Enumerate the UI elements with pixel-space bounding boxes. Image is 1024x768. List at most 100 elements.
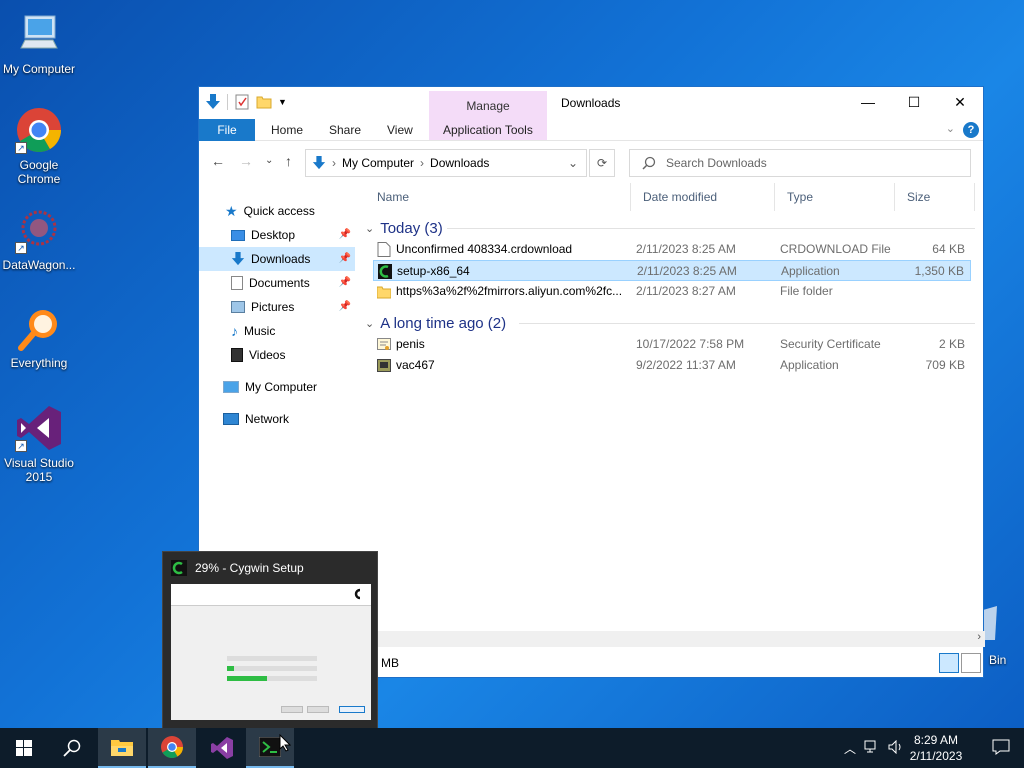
pin-icon[interactable]: 📌 — [339, 271, 351, 295]
column-size[interactable]: Size — [895, 183, 975, 211]
column-name[interactable]: Name — [365, 183, 631, 211]
thumbnail-title-text: 29% - Cygwin Setup — [195, 561, 304, 575]
start-button[interactable] — [0, 728, 48, 768]
pin-icon[interactable]: 📌 — [339, 247, 351, 271]
thumbnail-progress-fill — [227, 666, 235, 671]
up-button[interactable]: ↑ — [285, 153, 292, 169]
nav-desktop[interactable]: Desktop 📌 — [231, 223, 355, 247]
breadcrumb-downloads[interactable]: Downloads — [430, 156, 489, 170]
group-header-long-time-ago[interactable]: ⌄ A long time ago (2) — [365, 312, 506, 334]
close-button[interactable]: ✕ — [937, 87, 983, 119]
table-row[interactable]: vac467 9/2/2022 11:37 AM Application 709… — [373, 355, 971, 376]
address-dropdown-icon[interactable]: ⌄ — [568, 156, 578, 170]
cygwin-icon — [171, 560, 187, 576]
file-name: penis — [396, 337, 425, 351]
minimize-button[interactable]: — — [845, 87, 891, 119]
file-date: 10/17/2022 7:58 PM — [636, 337, 745, 351]
shortcut-arrow-icon: ↗ — [15, 242, 27, 254]
table-row[interactable]: https%3a%2f%2fmirrors.aliyun.com%2fc... … — [373, 281, 971, 302]
column-type[interactable]: Type — [775, 183, 895, 211]
column-date-modified[interactable]: Date modified — [631, 183, 775, 211]
search-icon — [63, 739, 81, 757]
system-clock[interactable]: 8:29 AM 2/11/2023 — [906, 732, 966, 764]
separator — [227, 94, 228, 110]
nav-label: Pictures — [251, 300, 295, 314]
file-explorer-icon — [111, 740, 133, 756]
tab-view[interactable]: View — [375, 119, 425, 141]
nav-my-computer[interactable]: My Computer — [223, 375, 317, 399]
nav-videos[interactable]: Videos — [231, 343, 285, 367]
table-row[interactable]: penis 10/17/2022 7:58 PM Security Certif… — [373, 334, 971, 355]
desktop-icon-label: Everything — [10, 356, 68, 370]
large-icons-view-button[interactable] — [961, 653, 981, 673]
nav-quick-access[interactable]: ★ Quick access — [225, 199, 315, 223]
taskbar-file-explorer[interactable] — [98, 728, 146, 768]
pin-icon[interactable]: 📌 — [339, 223, 351, 247]
file-type: Security Certificate — [780, 337, 881, 351]
certificate-icon — [377, 338, 391, 350]
tab-home[interactable]: Home — [259, 119, 315, 141]
desktop-icon-label: Google Chrome — [17, 158, 61, 186]
network-icon[interactable] — [864, 740, 880, 754]
tab-file[interactable]: File — [199, 119, 255, 141]
thumbnail-progress-bar — [227, 666, 317, 671]
new-folder-icon[interactable] — [256, 94, 272, 110]
desktop-icon-recycle-bin[interactable]: Bin — [983, 606, 1024, 676]
search-box[interactable]: Search Downloads — [629, 149, 971, 177]
recent-locations-icon[interactable]: ⌄ — [265, 155, 273, 166]
notification-center-icon[interactable] — [992, 739, 1010, 755]
table-row[interactable]: Unconfirmed 408334.crdownload 2/11/2023 … — [373, 239, 971, 260]
down-arrow-icon[interactable] — [205, 93, 221, 111]
volume-icon[interactable] — [888, 740, 904, 754]
chevron-down-icon: ⌄ — [365, 222, 375, 235]
nav-pictures[interactable]: Pictures 📌 — [231, 295, 355, 319]
back-button[interactable]: ← — [211, 153, 225, 169]
nav-music[interactable]: ♪ Music — [231, 319, 275, 343]
scroll-right-icon[interactable]: › — [977, 631, 981, 643]
group-divider — [447, 228, 975, 229]
expand-ribbon-icon[interactable]: ⌄ — [946, 122, 955, 135]
maximize-button[interactable]: ☐ — [891, 87, 937, 119]
taskbar-chrome[interactable] — [148, 728, 196, 768]
search-button[interactable] — [48, 728, 96, 768]
breadcrumb-my-computer[interactable]: My Computer — [342, 156, 414, 170]
file-name: https%3a%2f%2fmirrors.aliyun.com%2fc... — [396, 284, 623, 298]
quick-access-toolbar: ▼ — [205, 93, 287, 111]
taskbar-thumbnail-preview[interactable]: 29% - Cygwin Setup — [162, 551, 378, 729]
help-icon[interactable]: ? — [963, 122, 979, 138]
details-view-button[interactable] — [939, 653, 959, 673]
nav-documents[interactable]: Documents 📌 — [231, 271, 355, 295]
tab-share[interactable]: Share — [317, 119, 373, 141]
application-icon — [377, 359, 391, 372]
thumbnail-progress-bar — [227, 676, 317, 681]
nav-label: Documents — [249, 276, 310, 290]
nav-downloads[interactable]: Downloads 📌 — [199, 247, 355, 271]
folder-icon — [377, 286, 391, 299]
file-date: 2/11/2023 8:25 AM — [637, 264, 737, 278]
nav-network[interactable]: Network — [223, 407, 289, 431]
properties-icon[interactable] — [234, 94, 250, 110]
chevron-down-icon: ⌄ — [365, 317, 375, 330]
show-hidden-icons-icon[interactable]: ︿ — [844, 740, 856, 757]
pictures-icon — [231, 301, 245, 313]
customize-dropdown-icon[interactable]: ▼ — [278, 97, 287, 107]
desktop-icon-everything[interactable]: Everything — [0, 304, 78, 370]
nav-label: Quick access — [243, 204, 315, 218]
downloads-icon — [312, 156, 326, 170]
desktop-icon-datawagon[interactable]: ↗ DataWagon... — [0, 206, 78, 272]
table-row-selected[interactable]: setup-x86_64 2/11/2023 8:25 AM Applicati… — [373, 260, 971, 281]
desktop-icon-my-computer[interactable]: My Computer — [0, 10, 78, 76]
group-header-today[interactable]: ⌄ Today (3) — [365, 217, 443, 239]
desktop-icon-visual-studio[interactable]: ↗ Visual Studio 2015 — [0, 404, 78, 484]
thumbnail-progress-fill — [227, 676, 267, 681]
refresh-button[interactable]: ⟳ — [589, 149, 615, 177]
desktop-icon-google-chrome[interactable]: ↗ Google Chrome — [0, 106, 78, 186]
pin-icon[interactable]: 📌 — [339, 295, 351, 319]
tab-application-tools[interactable]: Application Tools — [431, 119, 545, 141]
taskbar-visual-studio[interactable] — [198, 728, 246, 768]
file-name: Unconfirmed 408334.crdownload — [396, 242, 573, 256]
forward-button[interactable]: → — [239, 153, 253, 169]
file-name: setup-x86_64 — [397, 264, 470, 278]
address-bar[interactable]: › My Computer › Downloads ⌄ — [305, 149, 587, 177]
nav-label: Videos — [249, 348, 286, 362]
